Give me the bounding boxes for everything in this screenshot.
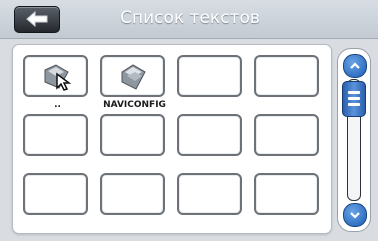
scrollbar[interactable] — [337, 48, 371, 232]
grid-cell-label: .. — [54, 100, 61, 110]
chevron-up-icon — [350, 62, 360, 69]
grid-cell-empty[interactable] — [177, 55, 242, 97]
grid-cell-empty[interactable] — [177, 173, 242, 215]
grid-cell-parent-folder[interactable]: .. — [23, 55, 88, 110]
back-button[interactable] — [14, 6, 60, 33]
grid-cell-empty[interactable] — [254, 114, 319, 156]
folder-icon — [121, 64, 146, 90]
grid-cell-empty[interactable] — [254, 55, 319, 97]
scroll-down-button[interactable] — [343, 203, 367, 227]
grip-icon — [348, 103, 360, 106]
grid-cell-empty[interactable] — [100, 114, 165, 156]
grid-cell-folder[interactable]: NAVICONFIG — [100, 55, 166, 110]
grid-cell-empty[interactable] — [177, 114, 242, 156]
grip-icon — [348, 97, 360, 100]
grid-cell-label: NAVICONFIG — [103, 100, 166, 110]
back-arrow-icon — [26, 11, 48, 27]
grid-cell-empty[interactable] — [23, 114, 88, 156]
file-grid-panel: .. NAVICONFIG — [12, 44, 332, 234]
grid-cell-empty[interactable] — [100, 173, 165, 215]
page-title: Список текстов — [120, 8, 260, 28]
grid-cell-empty[interactable] — [254, 173, 319, 215]
scroll-thumb[interactable] — [342, 81, 366, 117]
grip-icon — [348, 91, 360, 94]
parent-folder-arrow-icon — [44, 64, 72, 91]
chevron-down-icon — [350, 212, 360, 219]
scroll-up-button[interactable] — [343, 54, 367, 78]
grid-cell-empty[interactable] — [23, 173, 88, 215]
header-bar: Список текстов — [0, 0, 378, 39]
